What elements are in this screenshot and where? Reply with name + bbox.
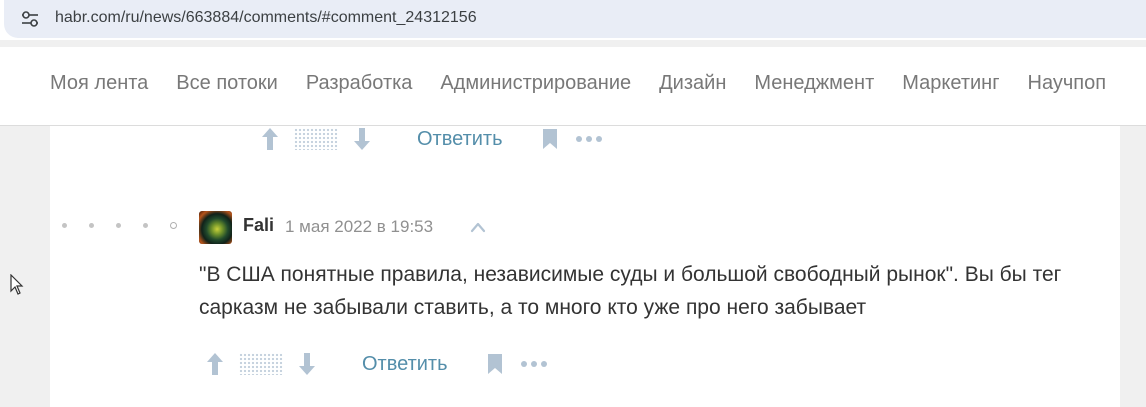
nav-item[interactable]: Маркетинг <box>902 72 999 95</box>
vote-score-hidden <box>294 128 338 150</box>
thread-ring <box>170 222 177 229</box>
nav-item[interactable]: Научпоп <box>1028 72 1107 95</box>
thread-dot <box>62 223 67 228</box>
more-icon[interactable] <box>575 135 603 143</box>
reply-button[interactable]: Ответить <box>417 128 503 151</box>
nav-item[interactable]: Моя лента <box>50 72 148 95</box>
bookmark-icon[interactable] <box>541 128 559 150</box>
tune-icon[interactable] <box>20 9 40 29</box>
nav-item[interactable]: Разработка <box>306 72 413 95</box>
arrow-up-icon[interactable] <box>260 126 280 152</box>
arrow-down-icon[interactable] <box>352 126 372 152</box>
nav-item[interactable]: Дизайн <box>659 72 726 95</box>
comment-actions: Ответить <box>205 349 548 379</box>
bookmark-icon[interactable] <box>486 353 504 375</box>
vote-score-hidden <box>239 353 283 375</box>
comment-date[interactable]: 1 мая 2022 в 19:53 <box>285 217 433 237</box>
arrow-up-icon[interactable] <box>205 351 225 377</box>
thread-indent-marker <box>62 222 177 229</box>
arrow-down-icon[interactable] <box>297 351 317 377</box>
habr-nav: Моя лента Все потоки Разработка Администрир… <box>0 47 1146 126</box>
comment-text: "В США понятные правила, независимые суд… <box>199 263 1062 319</box>
avatar[interactable] <box>199 211 232 244</box>
nav-item[interactable]: Администрирование <box>440 72 631 95</box>
nav-item[interactable]: Все потоки <box>176 72 278 95</box>
nav-list: Моя лента Все потоки Разработка Администрир… <box>50 72 1134 95</box>
nav-item[interactable]: Менеджмент <box>754 72 874 95</box>
thread-dot <box>143 223 148 228</box>
more-icon[interactable] <box>520 360 548 368</box>
comment-author[interactable]: Fali <box>243 215 274 236</box>
thread-dot <box>89 223 94 228</box>
url-text[interactable]: habr.com/ru/news/663884/comments/#commen… <box>55 9 477 27</box>
thread-dot <box>116 223 121 228</box>
omnibox[interactable]: habr.com/ru/news/663884/comments/#commen… <box>4 0 1146 38</box>
prev-comment-actions: Ответить <box>260 124 603 154</box>
chevron-up-icon[interactable] <box>470 221 486 233</box>
reply-button[interactable]: Ответить <box>362 353 448 376</box>
address-bar: habr.com/ru/news/663884/comments/#commen… <box>0 0 1146 40</box>
mouse-cursor-icon <box>10 274 24 295</box>
